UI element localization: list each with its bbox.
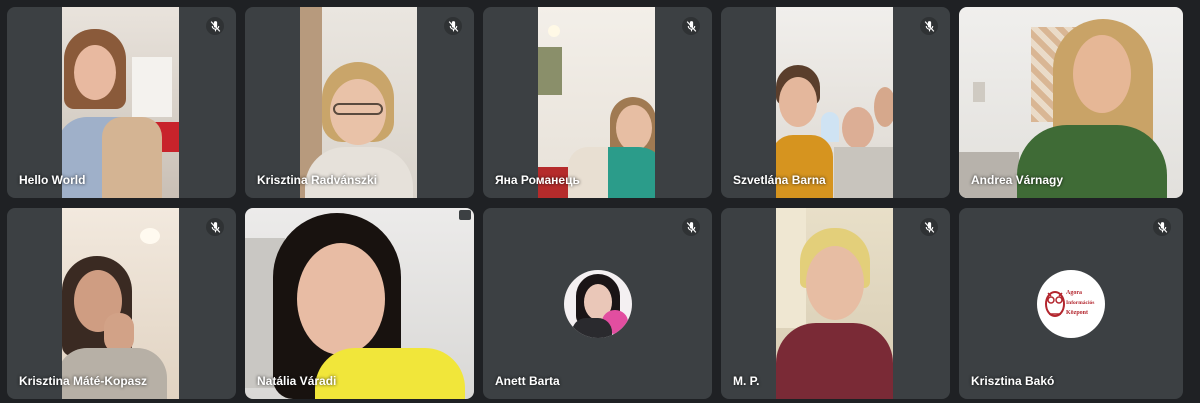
person-face: [74, 45, 116, 100]
logo-text-2: Információs: [1066, 299, 1095, 306]
participant-tile-krisztina-bako[interactable]: Agora Információs Központ Krisztina Bakó: [959, 208, 1183, 399]
mic-off-icon[interactable]: [206, 218, 224, 236]
participant-tile-yana-romanets[interactable]: Яна Романець: [483, 7, 712, 198]
pin-icon[interactable]: [459, 210, 471, 220]
mic-off-icon[interactable]: [206, 17, 224, 35]
participant-video: [300, 7, 417, 198]
person-face: [297, 243, 385, 355]
participant-tile-krisztina-mate-kopasz[interactable]: Krisztina Máté-Kopasz: [7, 208, 236, 399]
background-window: [132, 57, 172, 117]
logo-text-3: Központ: [1066, 309, 1089, 316]
fur-jacket: [102, 117, 162, 198]
person-face: [1073, 35, 1131, 113]
person-hand: [104, 313, 134, 353]
participant-tile-anett-barta[interactable]: Anett Barta: [483, 208, 712, 399]
participant-tile-hello-world[interactable]: Hello World: [7, 7, 236, 198]
avatar-body: [571, 317, 612, 338]
participant-tile-szvetlana-barna[interactable]: Szvetlána Barna: [721, 7, 950, 198]
mic-off-icon[interactable]: [444, 17, 462, 35]
mic-off-icon[interactable]: [682, 218, 700, 236]
person2-face: [842, 107, 874, 149]
participant-name: Andrea Várnagy: [971, 173, 1064, 187]
glasses: [333, 103, 383, 115]
participant-name: M. P.: [733, 374, 760, 388]
person1-face: [779, 77, 817, 127]
mic-off-icon[interactable]: [920, 17, 938, 35]
person1-body: [776, 135, 833, 198]
participant-video: [776, 7, 893, 198]
participant-video: [959, 7, 1183, 198]
mic-off-icon[interactable]: [920, 218, 938, 236]
wall-outlet: [973, 82, 985, 102]
mic-off-icon[interactable]: [1153, 218, 1171, 236]
participant-name: Krisztina Máté-Kopasz: [19, 374, 148, 388]
participant-video: [62, 208, 179, 399]
wall-painting: [538, 47, 562, 95]
window: [821, 112, 839, 142]
logo-text-1: Agora: [1066, 289, 1082, 296]
avatar: [563, 269, 632, 338]
participant-name: Szvetlána Barna: [733, 173, 826, 187]
person-body: [1017, 125, 1167, 198]
participant-name: Hello World: [19, 173, 86, 187]
person3-face: [874, 87, 893, 127]
participant-tile-andrea-varnagy[interactable]: Andrea Várnagy: [959, 7, 1183, 198]
avatar-logo: Agora Információs Központ: [1037, 269, 1105, 338]
person-face: [616, 105, 652, 151]
person-body: [776, 323, 893, 399]
participant-video: [62, 7, 179, 198]
participant-video: [538, 7, 655, 198]
participant-tile-krisztina-radvanszki[interactable]: Krisztina Radvánszki: [245, 7, 474, 198]
participant-tile-m-p[interactable]: M. P.: [721, 208, 950, 399]
person-body: [315, 348, 465, 399]
wall-lamp: [548, 25, 560, 37]
participant-video: [776, 208, 893, 399]
participant-name: Яна Романець: [495, 173, 580, 187]
mic-off-icon[interactable]: [682, 17, 700, 35]
group-body: [834, 147, 893, 198]
participant-name: Krisztina Radvánszki: [257, 173, 378, 187]
person-face: [806, 246, 864, 320]
participant-tile-natalia-varadi[interactable]: Natália Váradi: [245, 208, 474, 399]
participant-name: Anett Barta: [495, 374, 560, 388]
participant-video: [245, 208, 474, 399]
participant-name: Natália Váradi: [257, 374, 337, 388]
video-grid: Hello World Krisztina Radvánszki Яна Ром…: [7, 7, 1183, 399]
ceiling-light: [140, 228, 160, 244]
participant-name: Krisztina Bakó: [971, 374, 1055, 388]
